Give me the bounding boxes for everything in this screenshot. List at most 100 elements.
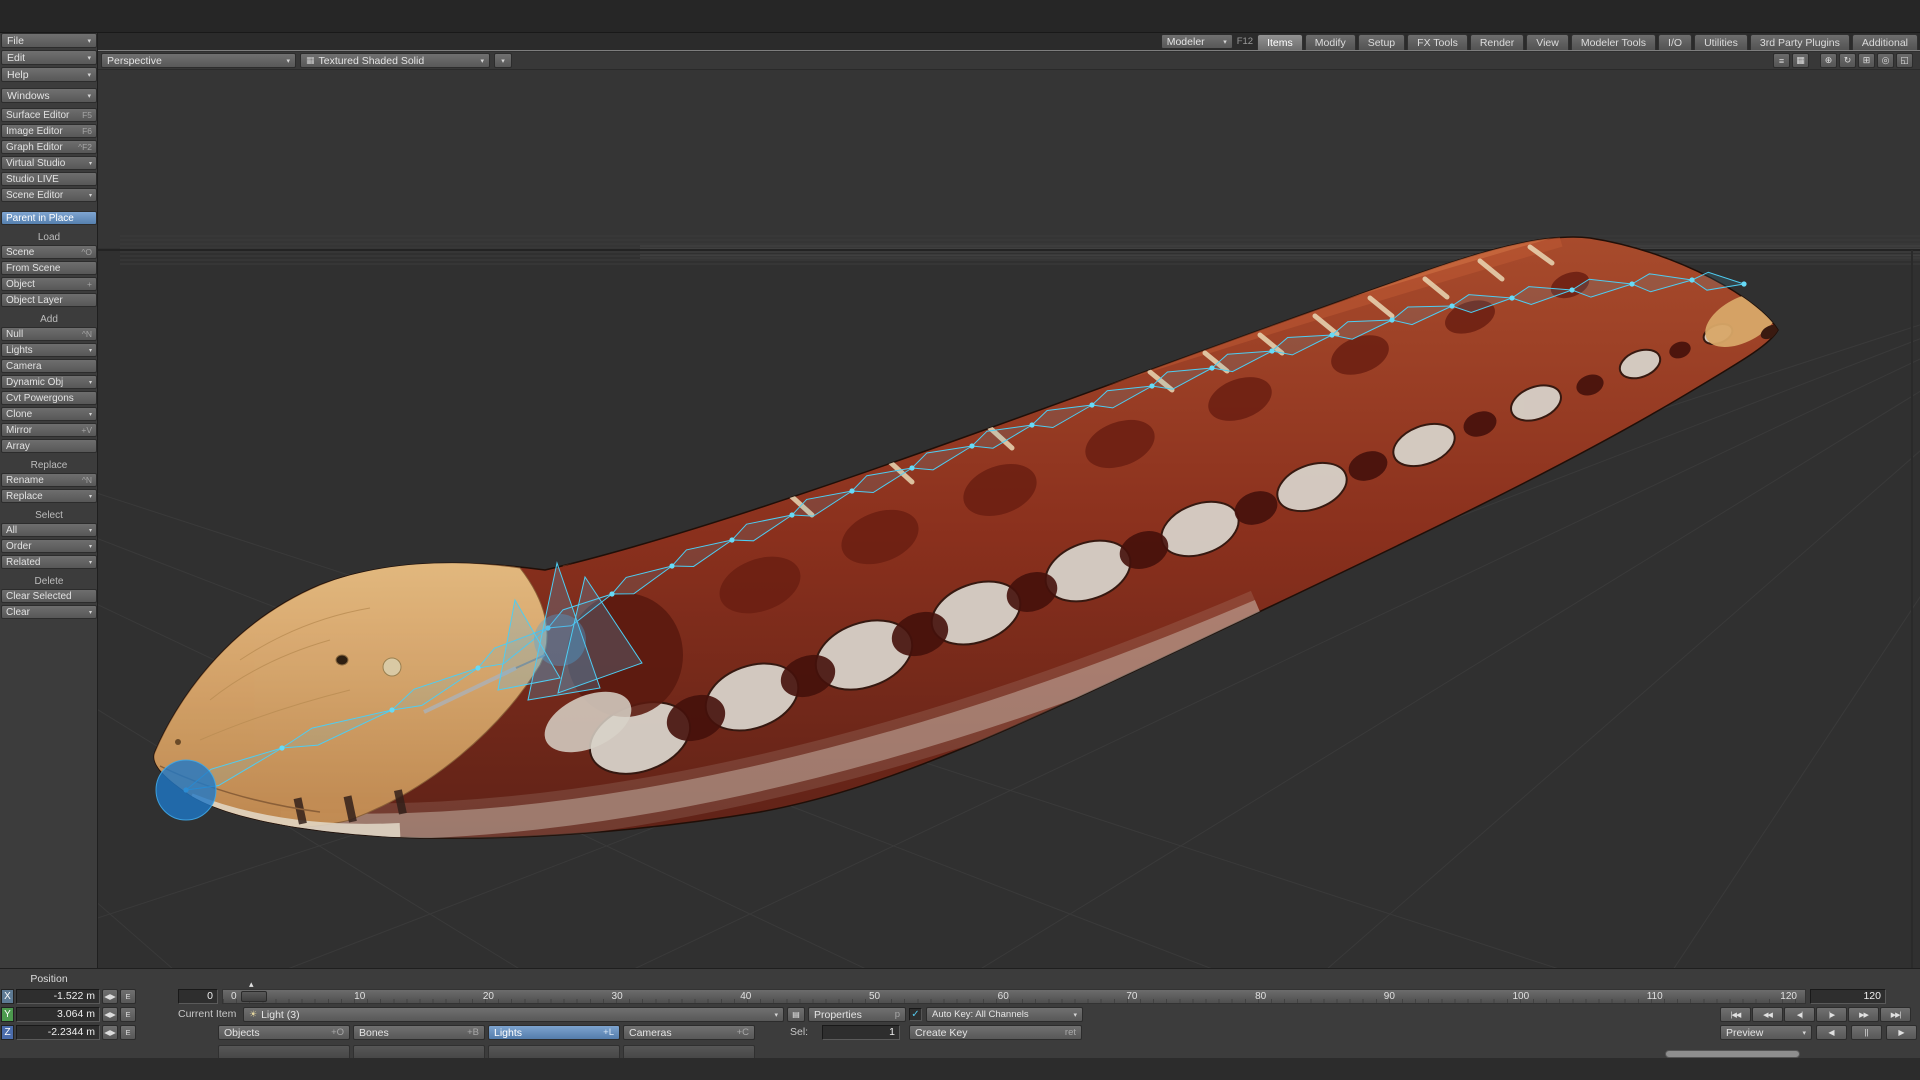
autokey-dropdown[interactable]: Auto Key: All Channels ▾ bbox=[926, 1007, 1083, 1022]
x-envelope-button[interactable]: E bbox=[120, 989, 136, 1004]
preview-transport-button[interactable]: || bbox=[1851, 1025, 1882, 1040]
sidebar-item[interactable]: Mirror +V ▾ bbox=[1, 423, 97, 437]
sidebar-item[interactable]: Clear Selected ▾ bbox=[1, 589, 97, 603]
item-type-button[interactable]: Bones +B bbox=[353, 1025, 485, 1040]
playback-button[interactable]: ◀| bbox=[1784, 1007, 1815, 1022]
tab[interactable]: Items bbox=[1257, 34, 1303, 50]
edit-menu-button[interactable]: Edit ▾ bbox=[1, 50, 97, 65]
grid-icon[interactable]: ▦ bbox=[1792, 53, 1809, 68]
tab[interactable]: Additional bbox=[1851, 34, 1918, 50]
sidebar-item[interactable]: Load ▾ bbox=[1, 231, 97, 243]
sidebar-item[interactable]: Object + ▾ bbox=[1, 277, 97, 291]
tab[interactable]: Modify bbox=[1304, 34, 1356, 50]
playback-button[interactable]: ▶▶| bbox=[1880, 1007, 1911, 1022]
partial-button[interactable] bbox=[353, 1045, 485, 1058]
tab[interactable]: I/O bbox=[1658, 34, 1693, 50]
tab[interactable]: Modeler Tools bbox=[1570, 34, 1657, 50]
list-icon[interactable]: ≡ bbox=[1773, 53, 1790, 68]
sidebar-item[interactable]: Rename ^N ▾ bbox=[1, 473, 97, 487]
z-spinner[interactable]: ◀▶ bbox=[102, 1025, 118, 1040]
sidebar-item[interactable]: Dynamic Obj ▾ bbox=[1, 375, 97, 389]
sidebar-item[interactable]: Surface Editor F5 ▾ bbox=[1, 108, 97, 122]
x-spinner[interactable]: ◀▶ bbox=[102, 989, 118, 1004]
partial-button[interactable] bbox=[488, 1045, 620, 1058]
sidebar-item[interactable]: Related ▾ bbox=[1, 555, 97, 569]
sidebar-item[interactable]: Parent in Place ▾ bbox=[1, 211, 97, 225]
item-type-button[interactable]: Cameras +C bbox=[623, 1025, 755, 1040]
tab[interactable]: FX Tools bbox=[1407, 34, 1468, 50]
timeline-ruler[interactable]: ▴ 0 10 20 30 40 50 60 70 80 90 100 110 120 bbox=[222, 979, 1806, 1004]
selection-count-field[interactable]: 1 bbox=[822, 1025, 900, 1040]
y-position-field[interactable]: 3.064 m bbox=[16, 1007, 100, 1022]
chevron-down-icon: ▾ bbox=[774, 1011, 778, 1019]
sidebar-item[interactable]: Delete ▾ bbox=[1, 575, 97, 587]
preview-dropdown[interactable]: Preview ▾ bbox=[1720, 1025, 1812, 1040]
sidebar-item[interactable]: Add ▾ bbox=[1, 313, 97, 325]
pan-icon[interactable]: ⊕ bbox=[1820, 53, 1837, 68]
preview-transport-button[interactable]: ◀ bbox=[1816, 1025, 1847, 1040]
sidebar-item[interactable]: Select ▾ bbox=[1, 509, 97, 521]
sidebar-item[interactable]: Scene ^O ▾ bbox=[1, 245, 97, 259]
sidebar-item[interactable]: All ▾ bbox=[1, 523, 97, 537]
partial-button[interactable] bbox=[623, 1045, 755, 1058]
y-envelope-button[interactable]: E bbox=[120, 1007, 136, 1022]
playback-button[interactable]: ▶▶ bbox=[1848, 1007, 1879, 1022]
sidebar-item[interactable]: Camera ▾ bbox=[1, 359, 97, 373]
sidebar-item[interactable]: Order ▾ bbox=[1, 539, 97, 553]
playback-button[interactable]: |▶ bbox=[1816, 1007, 1847, 1022]
sidebar-item[interactable]: From Scene ▾ bbox=[1, 261, 97, 275]
sidebar-item[interactable]: Scene Editor ▾ bbox=[1, 188, 97, 202]
current-frame-field[interactable]: 0 bbox=[178, 989, 218, 1004]
viewport-options-dropdown[interactable]: ▾ bbox=[494, 53, 512, 68]
sidebar-item[interactable]: Clone ▾ bbox=[1, 407, 97, 421]
view-mode-dropdown[interactable]: Perspective ▾ bbox=[101, 53, 296, 68]
tab[interactable]: Setup bbox=[1357, 34, 1406, 50]
magnifier-icon[interactable]: ◎ bbox=[1877, 53, 1894, 68]
viewport-3d[interactable] bbox=[0, 0, 1920, 1080]
sidebar-item[interactable]: Cvt Powergons ▾ bbox=[1, 391, 97, 405]
sidebar-item[interactable]: Null ^N ▾ bbox=[1, 327, 97, 341]
item-list-toggle-button[interactable]: ▤ bbox=[787, 1007, 805, 1022]
tab[interactable]: View bbox=[1526, 34, 1569, 50]
file-menu-button[interactable]: File ▾ bbox=[1, 33, 97, 48]
shading-mode-dropdown[interactable]: ▦ Textured Shaded Solid ▾ bbox=[300, 53, 490, 68]
sidebar-item[interactable]: Array ▾ bbox=[1, 439, 97, 453]
horizontal-scrollbar[interactable] bbox=[1665, 1050, 1800, 1058]
autokey-checkbox[interactable]: ✓ bbox=[909, 1008, 922, 1021]
windows-menu-button[interactable]: Windows ▾ bbox=[1, 88, 97, 103]
rotate-icon[interactable]: ↻ bbox=[1839, 53, 1856, 68]
tab[interactable]: 3rd Party Plugins bbox=[1749, 34, 1850, 50]
x-position-field[interactable]: -1.522 m bbox=[16, 989, 100, 1004]
sidebar-item[interactable]: Graph Editor ^F2 ▾ bbox=[1, 140, 97, 154]
sidebar-item[interactable]: Clear ▾ bbox=[1, 605, 97, 619]
modeler-button[interactable]: Modeler ▾ bbox=[1160, 34, 1233, 49]
timeline-tick-labels: 0 10 20 30 40 50 60 70 80 90 100 110 120 bbox=[223, 990, 1805, 1003]
sidebar-item[interactable]: Lights ▾ bbox=[1, 343, 97, 357]
z-envelope-button[interactable]: E bbox=[120, 1025, 136, 1040]
tab[interactable]: Render bbox=[1469, 34, 1525, 50]
end-frame-field[interactable]: 120 bbox=[1810, 989, 1886, 1004]
sidebar-item[interactable]: Object Layer ▾ bbox=[1, 293, 97, 307]
properties-button[interactable]: Properties p bbox=[808, 1007, 906, 1022]
zoom-box-icon[interactable]: ⊞ bbox=[1858, 53, 1875, 68]
y-spinner[interactable]: ◀▶ bbox=[102, 1007, 118, 1022]
sidebar-item-shortcut: +V bbox=[81, 425, 92, 435]
sidebar-item[interactable]: Replace ▾ bbox=[1, 459, 97, 471]
z-position-field[interactable]: -2.2344 m bbox=[16, 1025, 100, 1040]
preview-transport-button[interactable]: ▶ bbox=[1886, 1025, 1917, 1040]
item-type-button[interactable]: Objects +O bbox=[218, 1025, 350, 1040]
expand-icon[interactable]: ◱ bbox=[1896, 53, 1913, 68]
timeline-tick-label: 120 bbox=[1780, 991, 1797, 1002]
playback-button[interactable]: ◀◀ bbox=[1752, 1007, 1783, 1022]
sidebar-item[interactable]: Virtual Studio ▾ bbox=[1, 156, 97, 170]
sidebar-item[interactable]: Studio LIVE ▾ bbox=[1, 172, 97, 186]
sidebar-item[interactable]: Image Editor F6 ▾ bbox=[1, 124, 97, 138]
sidebar-item[interactable]: Replace ▾ bbox=[1, 489, 97, 503]
tab[interactable]: Utilities bbox=[1694, 34, 1748, 50]
current-item-dropdown[interactable]: ☀ Light (3) ▾ bbox=[243, 1007, 784, 1022]
help-menu-button[interactable]: Help ▾ bbox=[1, 67, 97, 82]
partial-button[interactable] bbox=[218, 1045, 350, 1058]
playback-button[interactable]: |◀◀ bbox=[1720, 1007, 1751, 1022]
create-key-button[interactable]: Create Key ret bbox=[909, 1025, 1082, 1040]
item-type-button[interactable]: Lights +L bbox=[488, 1025, 620, 1040]
